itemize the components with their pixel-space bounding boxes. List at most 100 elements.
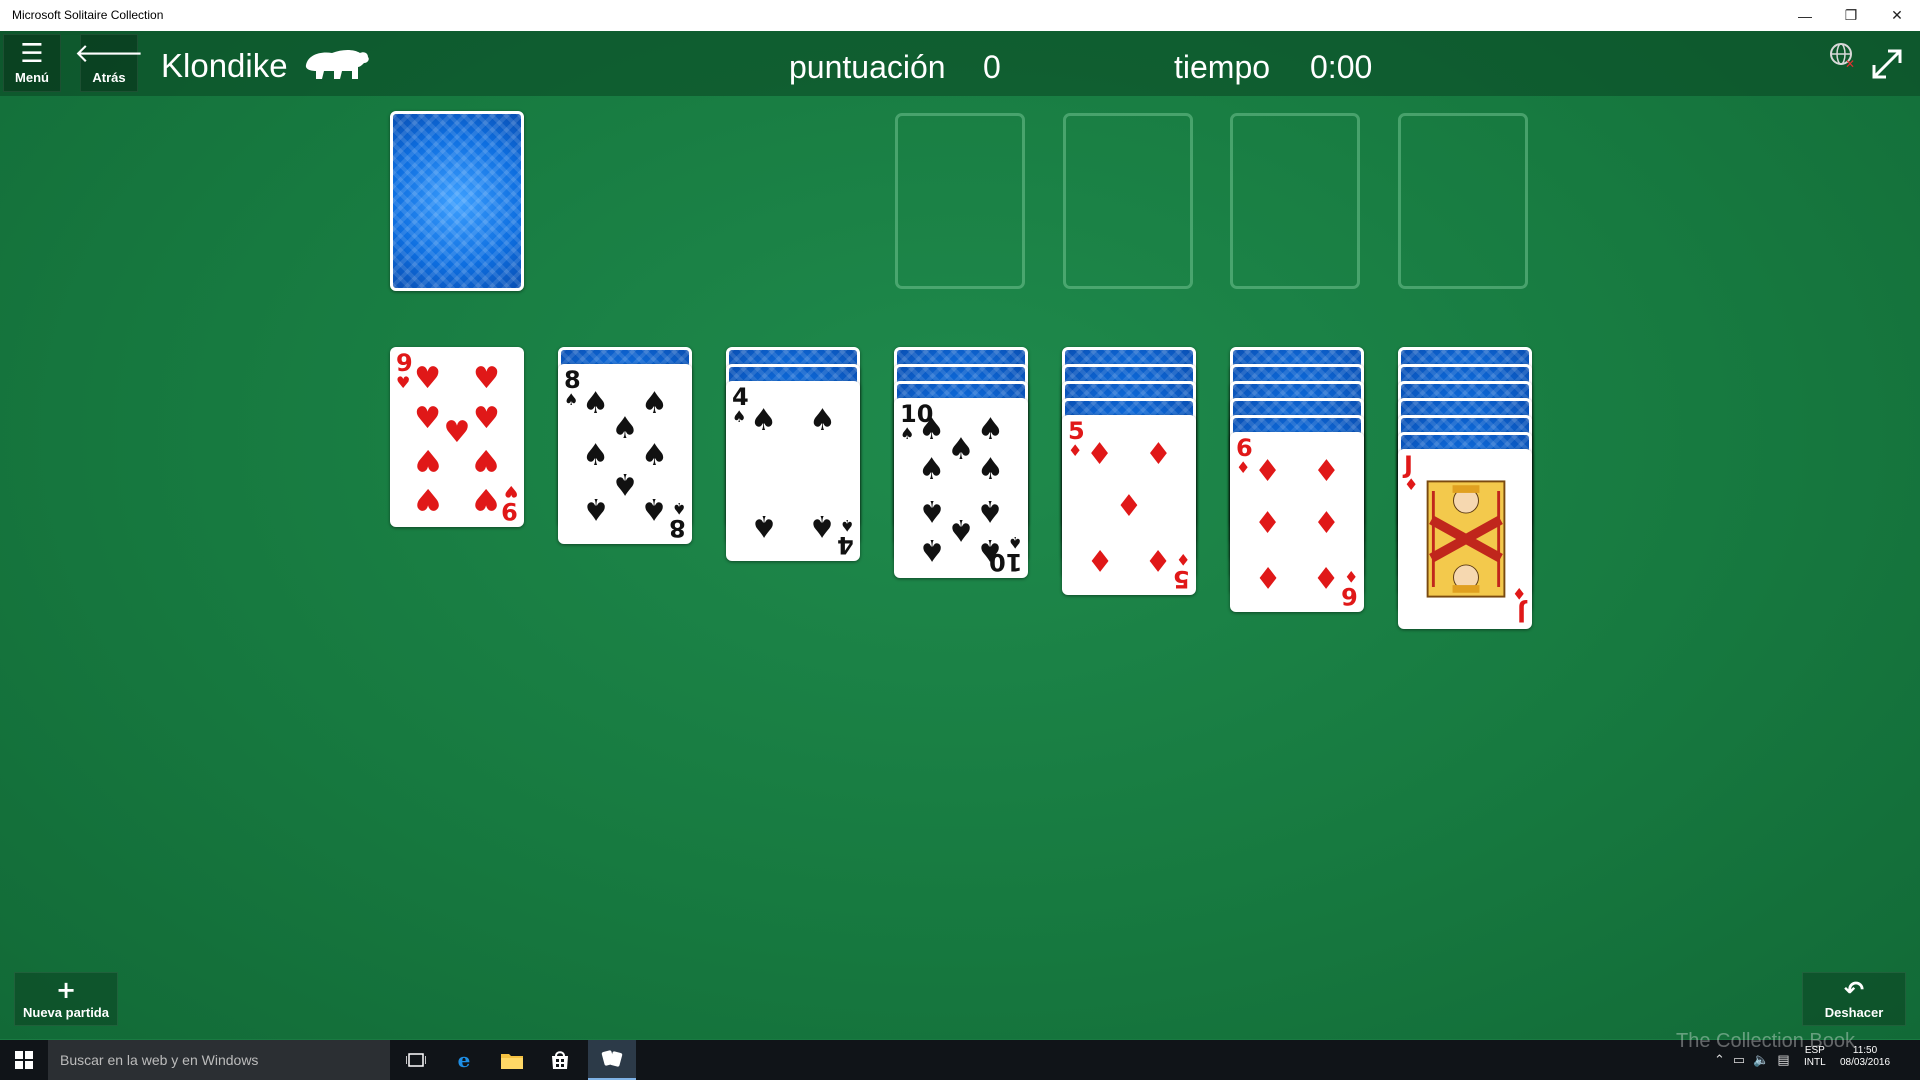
watermark-text: The Collection Book xyxy=(1676,1030,1855,1052)
tableau-top-card[interactable]: 4 ♠ 4 ♠ ♠ ♠ ♠ ♠ xyxy=(726,381,860,561)
tableau-top-card[interactable]: 6 ♦ 6 ♦ ♦ ♦ ♦ ♦ ♦ ♦ xyxy=(1230,432,1364,612)
card-pip: ♦ xyxy=(1086,542,1113,577)
card-rank-bottom: J xyxy=(1517,599,1526,627)
network-globe-icon[interactable]: ✕ xyxy=(1828,41,1856,69)
card-suit-small-bottom: ♠ xyxy=(671,499,686,518)
card-pip: ♦ xyxy=(1145,542,1172,577)
card-pip: ♥ xyxy=(414,401,441,436)
window-title: Microsoft Solitaire Collection xyxy=(12,8,164,22)
card-pip: ♠ xyxy=(611,465,639,501)
card-suit-small-bottom: ♠ xyxy=(1007,533,1022,552)
card-pip: ♠ xyxy=(977,532,1004,568)
score-value: 0 xyxy=(983,49,1001,85)
card-suit-small-bottom: ♦ xyxy=(1175,550,1190,569)
foundation-slot-2[interactable] xyxy=(1063,113,1193,289)
card-pip: ♠ xyxy=(582,491,609,526)
stock-pile[interactable] xyxy=(390,111,524,291)
back-button[interactable]: 🡐 Atrás xyxy=(74,34,144,92)
tableau-top-card[interactable]: 9 ♥ 9 ♥ ♥ ♥ ♥ ♥ ♥ ♥ ♥ ♥ ♥ xyxy=(390,347,524,527)
time-label: tiempo xyxy=(1174,49,1271,85)
card-pip: ♥ xyxy=(473,361,500,397)
card-pip: ♥ xyxy=(414,361,441,397)
card-pip: ♠ xyxy=(918,412,945,448)
solitaire-app-icon[interactable] xyxy=(588,1040,636,1080)
card-pip: ♥ xyxy=(473,441,500,477)
taskbar-search-input[interactable]: Buscar en la web y en Windows xyxy=(48,1040,390,1080)
undo-button[interactable]: ↶ Deshacer xyxy=(1802,972,1906,1026)
card-pip: ♦ xyxy=(1254,505,1281,541)
card-pip: ♠ xyxy=(918,532,945,568)
tableau-top-card[interactable]: 10 ♠ 10 ♠ ♠ ♠ ♠ ♠ ♠ ♠ ♠ ♠ ♠ ♠ xyxy=(894,398,1028,578)
card-rank: 6 xyxy=(1236,434,1253,462)
edge-browser-icon[interactable]: e xyxy=(440,1040,488,1080)
new-game-label: Nueva partida xyxy=(23,1004,109,1020)
volume-icon[interactable]: 🔈 xyxy=(1753,1052,1769,1068)
card-pip: ♠ xyxy=(977,412,1004,448)
card-rank-bottom: 5 xyxy=(1173,565,1190,593)
chevron-up-icon[interactable]: ⌃ xyxy=(1714,1052,1725,1068)
card-suit-small: ♠ xyxy=(900,424,915,443)
card-pip: ♠ xyxy=(809,508,836,543)
new-game-button[interactable]: + Nueva partida xyxy=(14,972,118,1026)
start-button[interactable] xyxy=(0,1040,48,1080)
card-pip: ♠ xyxy=(918,492,945,528)
card-pip: ♦ xyxy=(1115,488,1143,524)
card-pip: ♠ xyxy=(947,432,975,468)
menu-button[interactable]: ☰ Menú xyxy=(3,34,61,92)
tableau-top-card[interactable]: 5 ♦ 5 ♦ ♦ ♦ ♦ ♦ ♦ xyxy=(1062,415,1196,595)
store-icon[interactable] xyxy=(536,1040,584,1080)
game-title: Klondike xyxy=(161,47,288,84)
card-pip: ♦ xyxy=(1313,505,1340,541)
card-rank-bottom: 9 xyxy=(501,497,518,525)
restore-button[interactable]: ❐ xyxy=(1828,0,1874,31)
card-suit-small-bottom: ♥ xyxy=(503,482,518,501)
hamburger-icon: ☰ xyxy=(20,39,44,69)
card-pip: ♠ xyxy=(750,402,777,438)
card-pip: ♠ xyxy=(582,437,609,473)
minimize-button[interactable]: — xyxy=(1782,0,1828,31)
card-suit-small: ♥ xyxy=(396,373,411,392)
card-rank: 9 xyxy=(396,349,413,377)
card-pip: ♥ xyxy=(414,441,441,477)
card-pip: ♠ xyxy=(809,402,836,438)
card-suit-small: ♦ xyxy=(1068,441,1083,460)
back-label: Atrás xyxy=(92,70,126,85)
card-rank-bottom: 8 xyxy=(669,514,686,542)
foundation-slot-1[interactable] xyxy=(895,113,1025,289)
card-rank: 4 xyxy=(732,383,749,411)
tableau-top-card[interactable]: 8 ♠ 8 ♠ ♠ ♠ ♠ ♠ ♠ ♠ ♠ ♠ xyxy=(558,364,692,544)
card-pip: ♠ xyxy=(947,512,975,548)
card-pip: ♠ xyxy=(611,410,639,446)
task-view-icon[interactable] xyxy=(392,1040,440,1080)
file-explorer-icon[interactable] xyxy=(488,1040,536,1080)
card-pip: ♠ xyxy=(641,437,668,473)
arrow-left-icon: 🡐 xyxy=(74,39,144,69)
network-icon[interactable]: ▭ xyxy=(1733,1052,1745,1068)
card-pip: ♥ xyxy=(443,415,471,451)
card-pip: ♦ xyxy=(1313,453,1340,489)
card-rank-bottom: 4 xyxy=(837,531,854,559)
tableau-top-card[interactable]: J ♦ J ♦ xyxy=(1398,449,1532,629)
polar-bear-icon xyxy=(305,50,369,79)
window-title-bar: Microsoft Solitaire Collection — ❐ ✕ xyxy=(0,0,1920,31)
close-button[interactable]: ✕ xyxy=(1874,0,1920,31)
card-pip: ♠ xyxy=(641,491,668,526)
foundation-slot-3[interactable] xyxy=(1230,113,1360,289)
card-pip: ♦ xyxy=(1254,559,1281,594)
plus-icon: + xyxy=(55,975,77,1004)
notifications-icon[interactable]: ▤ xyxy=(1777,1052,1789,1068)
card-pip: ♥ xyxy=(473,481,500,517)
jack-face-illustration xyxy=(1426,480,1506,598)
foundation-slot-4[interactable] xyxy=(1398,113,1528,289)
time-value: 0:00 xyxy=(1310,49,1373,85)
keyboard-layout: INTL xyxy=(1804,1057,1826,1068)
card-rank: J xyxy=(1404,451,1413,479)
card-pip: ♠ xyxy=(977,492,1004,528)
card-rank: 8 xyxy=(564,366,581,394)
card-rank: 5 xyxy=(1068,417,1085,445)
fullscreen-icon[interactable] xyxy=(1868,45,1906,83)
clock-date: 08/03/2016 xyxy=(1840,1057,1891,1068)
card-suit-small: ♠ xyxy=(732,407,747,426)
score-label: puntuación xyxy=(789,49,946,85)
card-pip: ♥ xyxy=(473,401,500,436)
